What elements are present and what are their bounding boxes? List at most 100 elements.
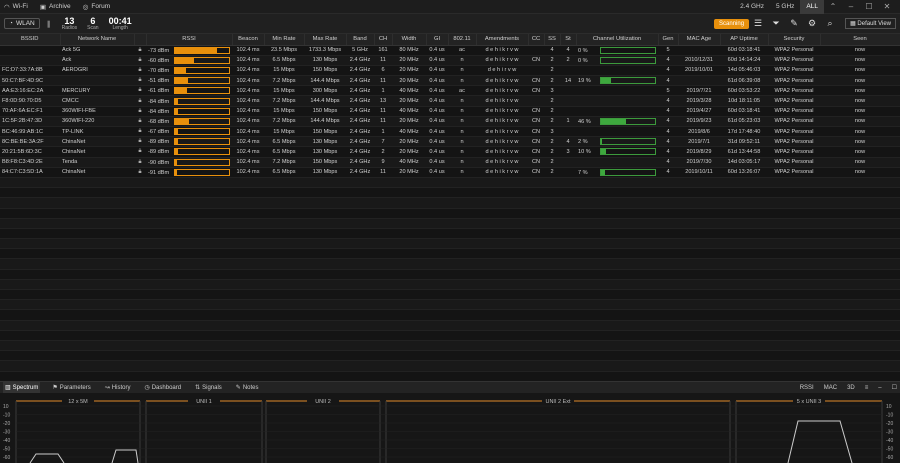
column-header[interactable] (134, 34, 147, 46)
search-icon[interactable]: ⌕ (821, 16, 839, 32)
lock-icon: 🔒︎ (134, 167, 146, 178)
table-row[interactable]: 8C:BE:BE:3A:2F ChinaNet 🔒︎ -89 dBm 102.4 ms 6… (0, 136, 900, 148)
maximize-panel-icon[interactable]: ☐ (892, 384, 897, 391)
table-row[interactable]: AA:E3:16:EC:2A MERCURY 🔒︎ -61 dBm 102.4 ms 15… (0, 85, 900, 97)
ss-cell: 2 (544, 116, 560, 128)
menu-item-forum[interactable]: ◎ Forum (83, 3, 110, 11)
settings-icon[interactable]: ⚙ (803, 16, 821, 32)
maximize-icon[interactable]: ☐ (860, 2, 878, 11)
column-header[interactable]: Channel Utilization (576, 34, 659, 46)
tab-notes[interactable]: ✎ Notes (234, 382, 261, 394)
minimize-icon[interactable]: – (842, 2, 860, 11)
column-header[interactable]: Width (392, 34, 427, 46)
band-tab[interactable]: ALL (800, 0, 824, 14)
column-header[interactable]: BSSID (0, 34, 61, 46)
plug-icon[interactable]: ✎ (785, 16, 803, 32)
column-header[interactable]: 802.11 (448, 34, 477, 46)
scanning-button[interactable]: Scanning (714, 18, 750, 29)
column-header[interactable]: MAC Age (678, 34, 721, 46)
max-cell: 150 Mbps (304, 157, 346, 168)
column-header[interactable]: Security (768, 34, 821, 46)
column-header[interactable]: Max Rate (304, 34, 347, 46)
table-row[interactable]: 20:21:5B:6D:3C ChinaNet 🔒︎ -89 dBm 102.4 ms 6… (0, 146, 900, 158)
min-cell: 6.5 Mbps (264, 136, 304, 148)
amend-cell: d e h i k r v w (476, 167, 528, 178)
table-row[interactable]: 70:AF:6A:EC:F1 360WIFI-FBE 🔒︎ -84 dBm 102.4 … (0, 106, 900, 117)
column-header[interactable]: Beacon (232, 34, 265, 46)
table-row[interactable]: B8:F8:C3:4D:2E Tenda 🔒︎ -90 dBm 102.4 ms 7.2 … (0, 157, 900, 168)
rssi-cell: -68 dBm (146, 116, 232, 128)
column-header[interactable]: AP Uptime (720, 34, 769, 46)
menu-icon[interactable]: ≡ (865, 385, 869, 391)
segment-label: UNII 2 (315, 399, 331, 405)
table-row[interactable]: Ack 🔒︎ -60 dBm 102.4 ms 6.5 Mbps 130 Mbps 2.4 … (0, 55, 900, 66)
column-header[interactable]: Min Rate (264, 34, 305, 46)
collapse-icon[interactable]: ⌃ (824, 2, 842, 11)
table-row[interactable]: FC:D7:33:7A:8B AEROGRI 🔒︎ -70 dBm 102.4 ms 15… (0, 65, 900, 77)
pause-icon[interactable]: ❚ (46, 20, 52, 28)
interface-label: WLAN (15, 20, 35, 27)
tool-3d[interactable]: 3D (847, 385, 855, 391)
table-row[interactable]: 50:C7:BF:4D:9C 🔒︎ -51 dBm 102.4 ms 7.2 Mbps 1… (0, 75, 900, 87)
ch-cell: 13 (374, 95, 392, 107)
column-header[interactable]: GI (426, 34, 449, 46)
gen-cell: 4 (658, 136, 678, 148)
tab-history[interactable]: ↝ History (103, 382, 133, 394)
column-header[interactable]: Gen (658, 34, 679, 46)
columns-icon[interactable]: ☰ (749, 16, 767, 32)
table-row[interactable]: Ack 5G 🔒︎ -73 dBm 102.4 ms 23.5 Mbps 1733.3 M… (0, 45, 900, 56)
beacon-cell: 102.4 ms (232, 75, 264, 87)
menu-item-archive[interactable]: ▣ Archive (40, 3, 71, 11)
empty-cell (820, 340, 900, 352)
empty-cell (476, 238, 528, 250)
tab-dashboard[interactable]: ◷ Dashboard (142, 382, 183, 394)
column-header[interactable]: SS (544, 34, 561, 46)
empty-cell (146, 269, 232, 280)
column-header[interactable]: Band (346, 34, 375, 46)
view-selector[interactable]: ▦ Default View (845, 18, 896, 29)
std-cell: n (448, 146, 476, 158)
column-header[interactable]: Seen (820, 34, 900, 46)
y-tick-left: -40 (3, 438, 10, 444)
empty-cell (232, 309, 264, 321)
minimize-panel-icon[interactable]: – (878, 385, 881, 391)
band-tab[interactable]: 2.4 GHz (734, 0, 770, 14)
empty-cell (658, 330, 678, 341)
tab-spectrum[interactable]: ▥ Spectrum (3, 381, 41, 394)
column-header[interactable]: St (560, 34, 577, 46)
table-row[interactable]: F8:0D:90:70:D5 CMCC 🔒︎ -84 dBm 102.4 ms 7.2 M… (0, 95, 900, 107)
table-row[interactable]: BC:46:99:AB:1C TP-LINK 🔒︎ -67 dBm 102.4 ms 15… (0, 126, 900, 138)
filter-icon[interactable]: ⏷ (767, 16, 785, 32)
gi-cell: 0.4 us (426, 95, 448, 107)
table-row[interactable]: 1C:5F:2B:47:3D 360WIFI-220 🔒︎ -68 dBm 102.4 … (0, 116, 900, 128)
interface-selector[interactable]: ◔ WLAN (4, 18, 40, 29)
width-cell: 80 MHz (392, 45, 426, 56)
spectrum-segment-12x5m: 12 x 5M (15, 397, 141, 463)
cc-cell (528, 45, 544, 56)
empty-cell (448, 197, 476, 209)
empty-cell (560, 208, 576, 219)
column-header[interactable]: Network Name (60, 34, 135, 46)
empty-cell (426, 309, 448, 321)
column-header[interactable]: CC (528, 34, 545, 46)
tab-signals[interactable]: ⇅ Signals (193, 382, 224, 394)
band-tab[interactable]: 5 GHz (770, 0, 800, 14)
cu-value: 10 % (578, 149, 591, 156)
gi-cell: 0.4 us (426, 136, 448, 148)
amend-cell: d e h i k r v w (476, 75, 528, 87)
tool-mac[interactable]: MAC (824, 385, 837, 391)
close-icon[interactable]: ✕ (878, 2, 896, 11)
tab-parameters[interactable]: ⚑ Parameters (50, 382, 92, 394)
empty-cell (374, 320, 392, 331)
empty-cell (374, 248, 392, 260)
tool-rssi[interactable]: RSSI (800, 385, 814, 391)
empty-cell (134, 248, 146, 260)
table-row[interactable]: 84:C7:C3:5D:1A ChinaNet 🔒︎ -91 dBm 102.4 ms 6… (0, 167, 900, 178)
column-header[interactable]: Amendments (476, 34, 529, 46)
column-header[interactable]: RSSI (146, 34, 233, 46)
sec-cell: WPA2 Personal (768, 146, 820, 158)
menu-item-wifi[interactable]: ◠ Wi-Fi (4, 3, 28, 11)
gi-cell: 0.4 us (426, 146, 448, 158)
column-header[interactable]: CH (374, 34, 393, 46)
flag-icon: ⚑ (52, 385, 58, 391)
